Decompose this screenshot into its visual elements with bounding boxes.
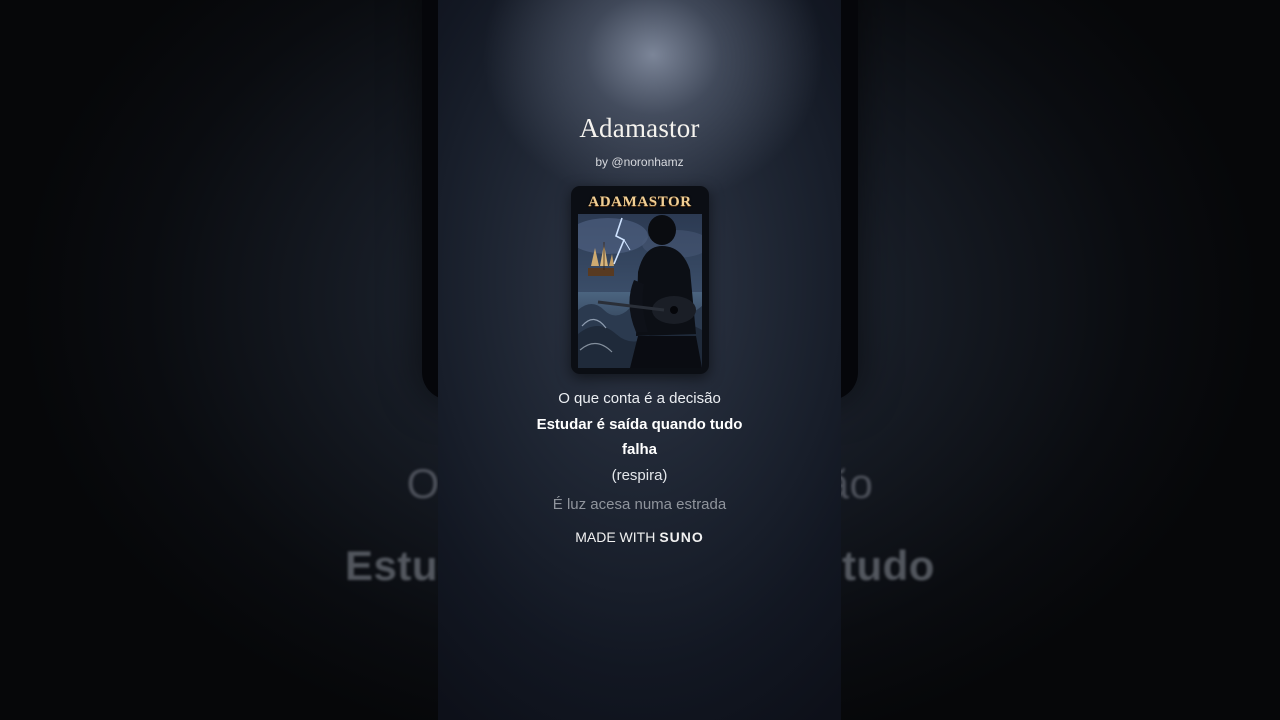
lyric-line-current: Estudar é saída quando tudo bbox=[536, 416, 743, 433]
made-with-suno[interactable]: MADE WITH SUNO bbox=[438, 529, 841, 545]
artist-byline[interactable]: by @noronhamz bbox=[438, 155, 841, 169]
lyric-line-next: É luz acesa numa estrada bbox=[552, 496, 727, 513]
cover-title: ADAMASTOR bbox=[588, 194, 692, 210]
suno-brand: SUNO bbox=[659, 529, 704, 545]
cover-art-icon bbox=[578, 214, 702, 368]
album-cover[interactable]: ADAMASTOR bbox=[571, 186, 709, 374]
lyric-line-current-cont: falha bbox=[621, 441, 657, 458]
made-with-label: MADE WITH bbox=[575, 529, 656, 545]
lyric-line-breath: (respira) bbox=[611, 467, 668, 484]
lyric-line-previous: O que conta é a decisão bbox=[558, 390, 721, 407]
song-title: Adamastor bbox=[579, 113, 700, 143]
video-panel: Adamastor by @noronhamz ADAMASTOR O que … bbox=[438, 0, 841, 720]
